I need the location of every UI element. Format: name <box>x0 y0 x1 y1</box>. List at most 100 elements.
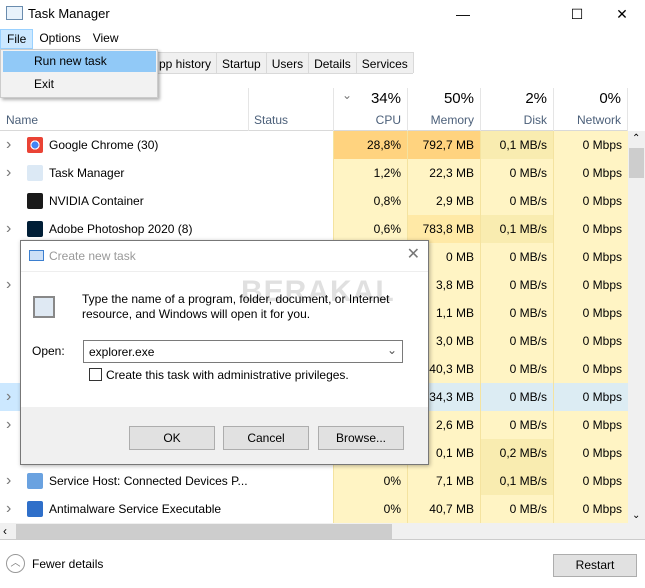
tab-app-history[interactable]: pp history <box>150 52 218 73</box>
memory-cell: 22,3 MB <box>407 159 480 187</box>
tab-users[interactable]: Users <box>265 52 310 73</box>
cpu-cell: 0,6% <box>333 215 407 243</box>
hscroll-thumb[interactable] <box>16 524 392 539</box>
process-name: Adobe Photoshop 2020 (8) <box>49 222 193 236</box>
menu-options[interactable]: Options <box>33 29 86 49</box>
expand-chevron-icon[interactable]: › <box>6 271 11 299</box>
browse-button[interactable]: Browse... <box>318 426 404 450</box>
network-cell: 0 Mbps <box>553 271 628 299</box>
tab-bar: pp history Startup Users Details Service… <box>150 52 414 74</box>
process-row[interactable]: › Adobe Photoshop 2020 (8) 0,6% 783,8 MB 0,1… <box>0 215 628 243</box>
memory-total: 50% <box>443 90 474 107</box>
process-name: Google Chrome (30) <box>49 138 159 152</box>
memory-cell: 7,1 MB <box>407 467 480 495</box>
chrome-icon <box>27 137 43 153</box>
col-status-label: Status <box>254 113 289 127</box>
process-row[interactable]: › Antimalware Service Executable 0% 40,7 MB… <box>0 495 628 523</box>
col-memory-label: Memory <box>430 113 474 127</box>
expand-chevron-icon[interactable]: › <box>6 495 11 523</box>
scroll-thumb[interactable] <box>629 148 644 178</box>
scroll-up-icon[interactable]: ⌃ <box>632 133 640 144</box>
network-cell: 0 Mbps <box>553 187 628 215</box>
vertical-scrollbar[interactable]: ⌃ ⌄ <box>628 131 645 523</box>
col-name-label: Name <box>6 113 39 127</box>
dialog-message: Type the name of a program, folder, docu… <box>82 292 390 321</box>
expand-chevron-icon[interactable]: › <box>6 411 11 439</box>
disk-cell: 0 MB/s <box>480 271 553 299</box>
process-row[interactable]: NVIDIA Container 0,8% 2,9 MB 0 MB/s 0 Mbps <box>0 187 628 215</box>
cpu-cell: 1,2% <box>333 159 407 187</box>
cpu-cell: 0,8% <box>333 187 407 215</box>
disk-total: 2% <box>525 90 547 107</box>
gear-icon <box>27 473 43 489</box>
memory-cell: 40,7 MB <box>407 495 480 523</box>
create-new-task-dialog: Create new task ✕ BERAKAL Type the name … <box>20 240 429 465</box>
network-cell: 0 Mbps <box>553 411 628 439</box>
restart-button[interactable]: Restart <box>553 554 637 577</box>
expand-chevron-icon[interactable]: › <box>6 383 11 411</box>
network-cell: 0 Mbps <box>553 467 628 495</box>
chevron-up-circle-icon[interactable]: ︿ <box>6 554 25 573</box>
file-menu-dropdown: Run new task Exit <box>0 49 158 98</box>
ok-button[interactable]: OK <box>129 426 215 450</box>
tab-services[interactable]: Services <box>355 52 414 73</box>
memory-cell: 2,9 MB <box>407 187 480 215</box>
network-cell: 0 Mbps <box>553 383 628 411</box>
cpu-cell: 28,8% <box>333 131 407 159</box>
window-title: Task Manager <box>28 6 110 21</box>
cpu-total: 34% <box>370 90 401 107</box>
maximize-button[interactable]: ☐ <box>554 0 600 28</box>
chevron-down-icon[interactable]: ⌄ <box>387 343 397 357</box>
dialog-button-bar: OK Cancel Browse... <box>21 407 428 464</box>
admin-checkbox[interactable] <box>89 368 102 381</box>
col-network[interactable]: 0% Network <box>553 88 628 131</box>
nvidia-icon <box>27 193 43 209</box>
expand-chevron-icon[interactable]: › <box>6 131 11 159</box>
sort-chevron-icon: ⌄ <box>342 88 353 102</box>
col-status[interactable]: Status <box>248 88 333 131</box>
disk-cell: 0 MB/s <box>480 411 553 439</box>
horizontal-scrollbar[interactable]: ‹ <box>0 523 645 540</box>
process-row[interactable]: › Service Host: Connected Devices P... 0% 7… <box>0 467 628 495</box>
scroll-down-icon[interactable]: ⌄ <box>632 510 640 521</box>
expand-chevron-icon[interactable]: › <box>6 215 11 243</box>
menu-item-exit[interactable]: Exit <box>3 74 156 95</box>
admin-checkbox-label[interactable]: Create this task with administrative pri… <box>106 368 349 382</box>
network-cell: 0 Mbps <box>553 299 628 327</box>
process-row[interactable]: › Task Manager 1,2% 22,3 MB 0 MB/s 0 Mbps <box>0 159 628 187</box>
disk-cell: 0 MB/s <box>480 383 553 411</box>
network-cell: 0 Mbps <box>553 355 628 383</box>
antimalware-icon <box>27 501 43 517</box>
process-name: Service Host: Connected Devices P... <box>49 474 248 488</box>
open-label: Open: <box>32 344 65 358</box>
dialog-title: Create new task <box>49 249 136 263</box>
menu-item-run-new-task[interactable]: Run new task <box>3 51 156 72</box>
col-memory[interactable]: 50% Memory <box>407 88 480 131</box>
tab-startup[interactable]: Startup <box>216 52 267 73</box>
cancel-button[interactable]: Cancel <box>223 426 309 450</box>
menu-bar: File Options View <box>0 29 125 49</box>
minimize-button[interactable]: — <box>440 0 486 28</box>
menu-view[interactable]: View <box>87 29 125 49</box>
open-input[interactable]: explorer.exe <box>89 345 154 359</box>
network-cell: 0 Mbps <box>553 327 628 355</box>
close-button[interactable]: ✕ <box>599 0 645 28</box>
disk-cell: 0 MB/s <box>480 495 553 523</box>
open-combobox[interactable]: explorer.exe ⌄ <box>83 340 403 363</box>
dialog-close-icon[interactable]: ✕ <box>407 244 420 264</box>
tab-details[interactable]: Details <box>308 52 357 73</box>
scroll-left-icon[interactable]: ‹ <box>3 523 7 539</box>
menu-file[interactable]: File <box>0 29 34 49</box>
fewer-details-link[interactable]: Fewer details <box>32 557 103 571</box>
col-disk[interactable]: 2% Disk <box>480 88 553 131</box>
expand-chevron-icon[interactable]: › <box>6 159 11 187</box>
expand-chevron-icon[interactable]: › <box>6 467 11 495</box>
process-row[interactable]: › Google Chrome (30) 28,8% 792,7 MB 0,1 MB/s… <box>0 131 628 159</box>
network-cell: 0 Mbps <box>553 159 628 187</box>
disk-cell: 0 MB/s <box>480 327 553 355</box>
computer-icon <box>33 296 55 318</box>
col-cpu[interactable]: ⌄ 34% CPU <box>333 88 407 131</box>
disk-cell: 0 MB/s <box>480 299 553 327</box>
memory-cell: 783,8 MB <box>407 215 480 243</box>
network-cell: 0 Mbps <box>553 495 628 523</box>
